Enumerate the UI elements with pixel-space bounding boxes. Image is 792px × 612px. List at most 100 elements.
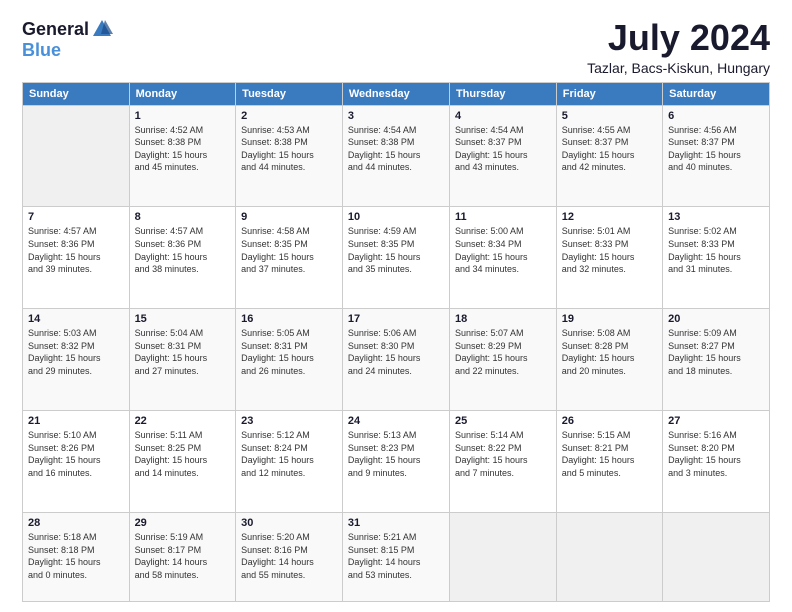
day-number: 22	[135, 415, 231, 427]
calendar-cell	[449, 512, 556, 601]
calendar-cell: 29 Sunrise: 5:19 AM Sunset: 8:17 PM Dayli…	[129, 512, 236, 601]
location: Tazlar, Bacs-Kiskun, Hungary	[587, 60, 770, 76]
day-number: 1	[135, 110, 231, 122]
day-number: 9	[241, 211, 337, 223]
day-number: 4	[455, 110, 551, 122]
day-number: 25	[455, 415, 551, 427]
calendar-cell	[556, 512, 662, 601]
day-number: 27	[668, 415, 764, 427]
day-info: Sunrise: 5:09 AM Sunset: 8:27 PM Dayligh…	[668, 327, 764, 377]
calendar-cell: 1 Sunrise: 4:52 AM Sunset: 8:38 PM Daylig…	[129, 105, 236, 207]
weekday-header-saturday: Saturday	[663, 82, 770, 105]
calendar-cell: 17 Sunrise: 5:06 AM Sunset: 8:30 PM Dayli…	[342, 309, 449, 411]
logo: General Blue	[22, 18, 113, 61]
calendar-cell: 10 Sunrise: 4:59 AM Sunset: 8:35 PM Dayli…	[342, 207, 449, 309]
day-number: 17	[348, 313, 444, 325]
calendar-cell: 20 Sunrise: 5:09 AM Sunset: 8:27 PM Dayli…	[663, 309, 770, 411]
day-info: Sunrise: 5:01 AM Sunset: 8:33 PM Dayligh…	[562, 225, 657, 275]
day-info: Sunrise: 4:58 AM Sunset: 8:35 PM Dayligh…	[241, 225, 337, 275]
weekday-header-monday: Monday	[129, 82, 236, 105]
day-info: Sunrise: 5:05 AM Sunset: 8:31 PM Dayligh…	[241, 327, 337, 377]
weekday-header-friday: Friday	[556, 82, 662, 105]
day-number: 6	[668, 110, 764, 122]
calendar-cell: 18 Sunrise: 5:07 AM Sunset: 8:29 PM Dayli…	[449, 309, 556, 411]
calendar-cell: 27 Sunrise: 5:16 AM Sunset: 8:20 PM Dayli…	[663, 411, 770, 513]
day-number: 3	[348, 110, 444, 122]
day-number: 15	[135, 313, 231, 325]
calendar-cell: 30 Sunrise: 5:20 AM Sunset: 8:16 PM Dayli…	[236, 512, 343, 601]
weekday-header-thursday: Thursday	[449, 82, 556, 105]
calendar-cell: 21 Sunrise: 5:10 AM Sunset: 8:26 PM Dayli…	[23, 411, 130, 513]
day-number: 12	[562, 211, 657, 223]
day-number: 28	[28, 517, 124, 529]
day-info: Sunrise: 5:20 AM Sunset: 8:16 PM Dayligh…	[241, 531, 337, 581]
header: General Blue July 2024 Tazlar, Bacs-Kisk…	[22, 18, 770, 76]
day-number: 30	[241, 517, 337, 529]
calendar-cell: 7Sunrise: 4:57 AM Sunset: 8:36 PM Daylig…	[23, 207, 130, 309]
day-number: 24	[348, 415, 444, 427]
day-info: Sunrise: 5:14 AM Sunset: 8:22 PM Dayligh…	[455, 429, 551, 479]
day-number: 19	[562, 313, 657, 325]
calendar-cell: 5 Sunrise: 4:55 AM Sunset: 8:37 PM Daylig…	[556, 105, 662, 207]
day-number: 2	[241, 110, 337, 122]
calendar-cell: 16Sunrise: 5:05 AM Sunset: 8:31 PM Dayli…	[236, 309, 343, 411]
weekday-header-row: SundayMondayTuesdayWednesdayThursdayFrid…	[23, 82, 770, 105]
logo-icon	[91, 18, 113, 40]
day-info: Sunrise: 4:56 AM Sunset: 8:37 PM Dayligh…	[668, 124, 764, 174]
calendar-cell: 4Sunrise: 4:54 AM Sunset: 8:37 PM Daylig…	[449, 105, 556, 207]
calendar-cell: 3 Sunrise: 4:54 AM Sunset: 8:38 PM Daylig…	[342, 105, 449, 207]
calendar-cell: 28 Sunrise: 5:18 AM Sunset: 8:18 PM Dayli…	[23, 512, 130, 601]
day-info: Sunrise: 4:57 AM Sunset: 8:36 PM Dayligh…	[135, 225, 231, 275]
calendar-cell: 8 Sunrise: 4:57 AM Sunset: 8:36 PM Daylig…	[129, 207, 236, 309]
day-info: Sunrise: 5:04 AM Sunset: 8:31 PM Dayligh…	[135, 327, 231, 377]
day-number: 7	[28, 211, 124, 223]
day-info: Sunrise: 4:55 AM Sunset: 8:37 PM Dayligh…	[562, 124, 657, 174]
day-info: Sunrise: 5:08 AM Sunset: 8:28 PM Dayligh…	[562, 327, 657, 377]
page: General Blue July 2024 Tazlar, Bacs-Kisk…	[0, 0, 792, 612]
calendar-cell: 13Sunrise: 5:02 AM Sunset: 8:33 PM Dayli…	[663, 207, 770, 309]
day-info: Sunrise: 5:06 AM Sunset: 8:30 PM Dayligh…	[348, 327, 444, 377]
day-info: Sunrise: 5:02 AM Sunset: 8:33 PM Dayligh…	[668, 225, 764, 275]
month-title: July 2024	[587, 18, 770, 58]
weekday-header-sunday: Sunday	[23, 82, 130, 105]
calendar-cell: 15 Sunrise: 5:04 AM Sunset: 8:31 PM Dayli…	[129, 309, 236, 411]
calendar-cell: 24 Sunrise: 5:13 AM Sunset: 8:23 PM Dayli…	[342, 411, 449, 513]
day-number: 5	[562, 110, 657, 122]
day-number: 26	[562, 415, 657, 427]
day-info: Sunrise: 5:16 AM Sunset: 8:20 PM Dayligh…	[668, 429, 764, 479]
calendar-cell: 2Sunrise: 4:53 AM Sunset: 8:38 PM Daylig…	[236, 105, 343, 207]
day-info: Sunrise: 5:19 AM Sunset: 8:17 PM Dayligh…	[135, 531, 231, 581]
calendar-cell: 11 Sunrise: 5:00 AM Sunset: 8:34 PM Dayli…	[449, 207, 556, 309]
calendar-cell: 22Sunrise: 5:11 AM Sunset: 8:25 PM Dayli…	[129, 411, 236, 513]
day-number: 8	[135, 211, 231, 223]
day-info: Sunrise: 5:21 AM Sunset: 8:15 PM Dayligh…	[348, 531, 444, 581]
day-info: Sunrise: 5:12 AM Sunset: 8:24 PM Dayligh…	[241, 429, 337, 479]
day-number: 10	[348, 211, 444, 223]
day-info: Sunrise: 4:52 AM Sunset: 8:38 PM Dayligh…	[135, 124, 231, 174]
header-right: July 2024 Tazlar, Bacs-Kiskun, Hungary	[587, 18, 770, 76]
calendar-table: SundayMondayTuesdayWednesdayThursdayFrid…	[22, 82, 770, 602]
day-number: 11	[455, 211, 551, 223]
day-info: Sunrise: 5:18 AM Sunset: 8:18 PM Dayligh…	[28, 531, 124, 581]
calendar-cell	[663, 512, 770, 601]
day-number: 18	[455, 313, 551, 325]
day-number: 31	[348, 517, 444, 529]
calendar-cell: 25 Sunrise: 5:14 AM Sunset: 8:22 PM Dayli…	[449, 411, 556, 513]
day-info: Sunrise: 4:59 AM Sunset: 8:35 PM Dayligh…	[348, 225, 444, 275]
logo-general-text: General	[22, 19, 89, 40]
day-info: Sunrise: 5:00 AM Sunset: 8:34 PM Dayligh…	[455, 225, 551, 275]
day-number: 20	[668, 313, 764, 325]
calendar-cell: 12 Sunrise: 5:01 AM Sunset: 8:33 PM Dayli…	[556, 207, 662, 309]
weekday-header-tuesday: Tuesday	[236, 82, 343, 105]
calendar-cell: 23Sunrise: 5:12 AM Sunset: 8:24 PM Dayli…	[236, 411, 343, 513]
calendar-cell: 26Sunrise: 5:15 AM Sunset: 8:21 PM Dayli…	[556, 411, 662, 513]
day-number: 29	[135, 517, 231, 529]
day-info: Sunrise: 5:10 AM Sunset: 8:26 PM Dayligh…	[28, 429, 124, 479]
day-number: 21	[28, 415, 124, 427]
day-info: Sunrise: 5:13 AM Sunset: 8:23 PM Dayligh…	[348, 429, 444, 479]
logo-blue-text: Blue	[22, 40, 61, 61]
day-info: Sunrise: 4:54 AM Sunset: 8:38 PM Dayligh…	[348, 124, 444, 174]
day-info: Sunrise: 5:07 AM Sunset: 8:29 PM Dayligh…	[455, 327, 551, 377]
calendar-cell	[23, 105, 130, 207]
calendar-cell: 6 Sunrise: 4:56 AM Sunset: 8:37 PM Daylig…	[663, 105, 770, 207]
